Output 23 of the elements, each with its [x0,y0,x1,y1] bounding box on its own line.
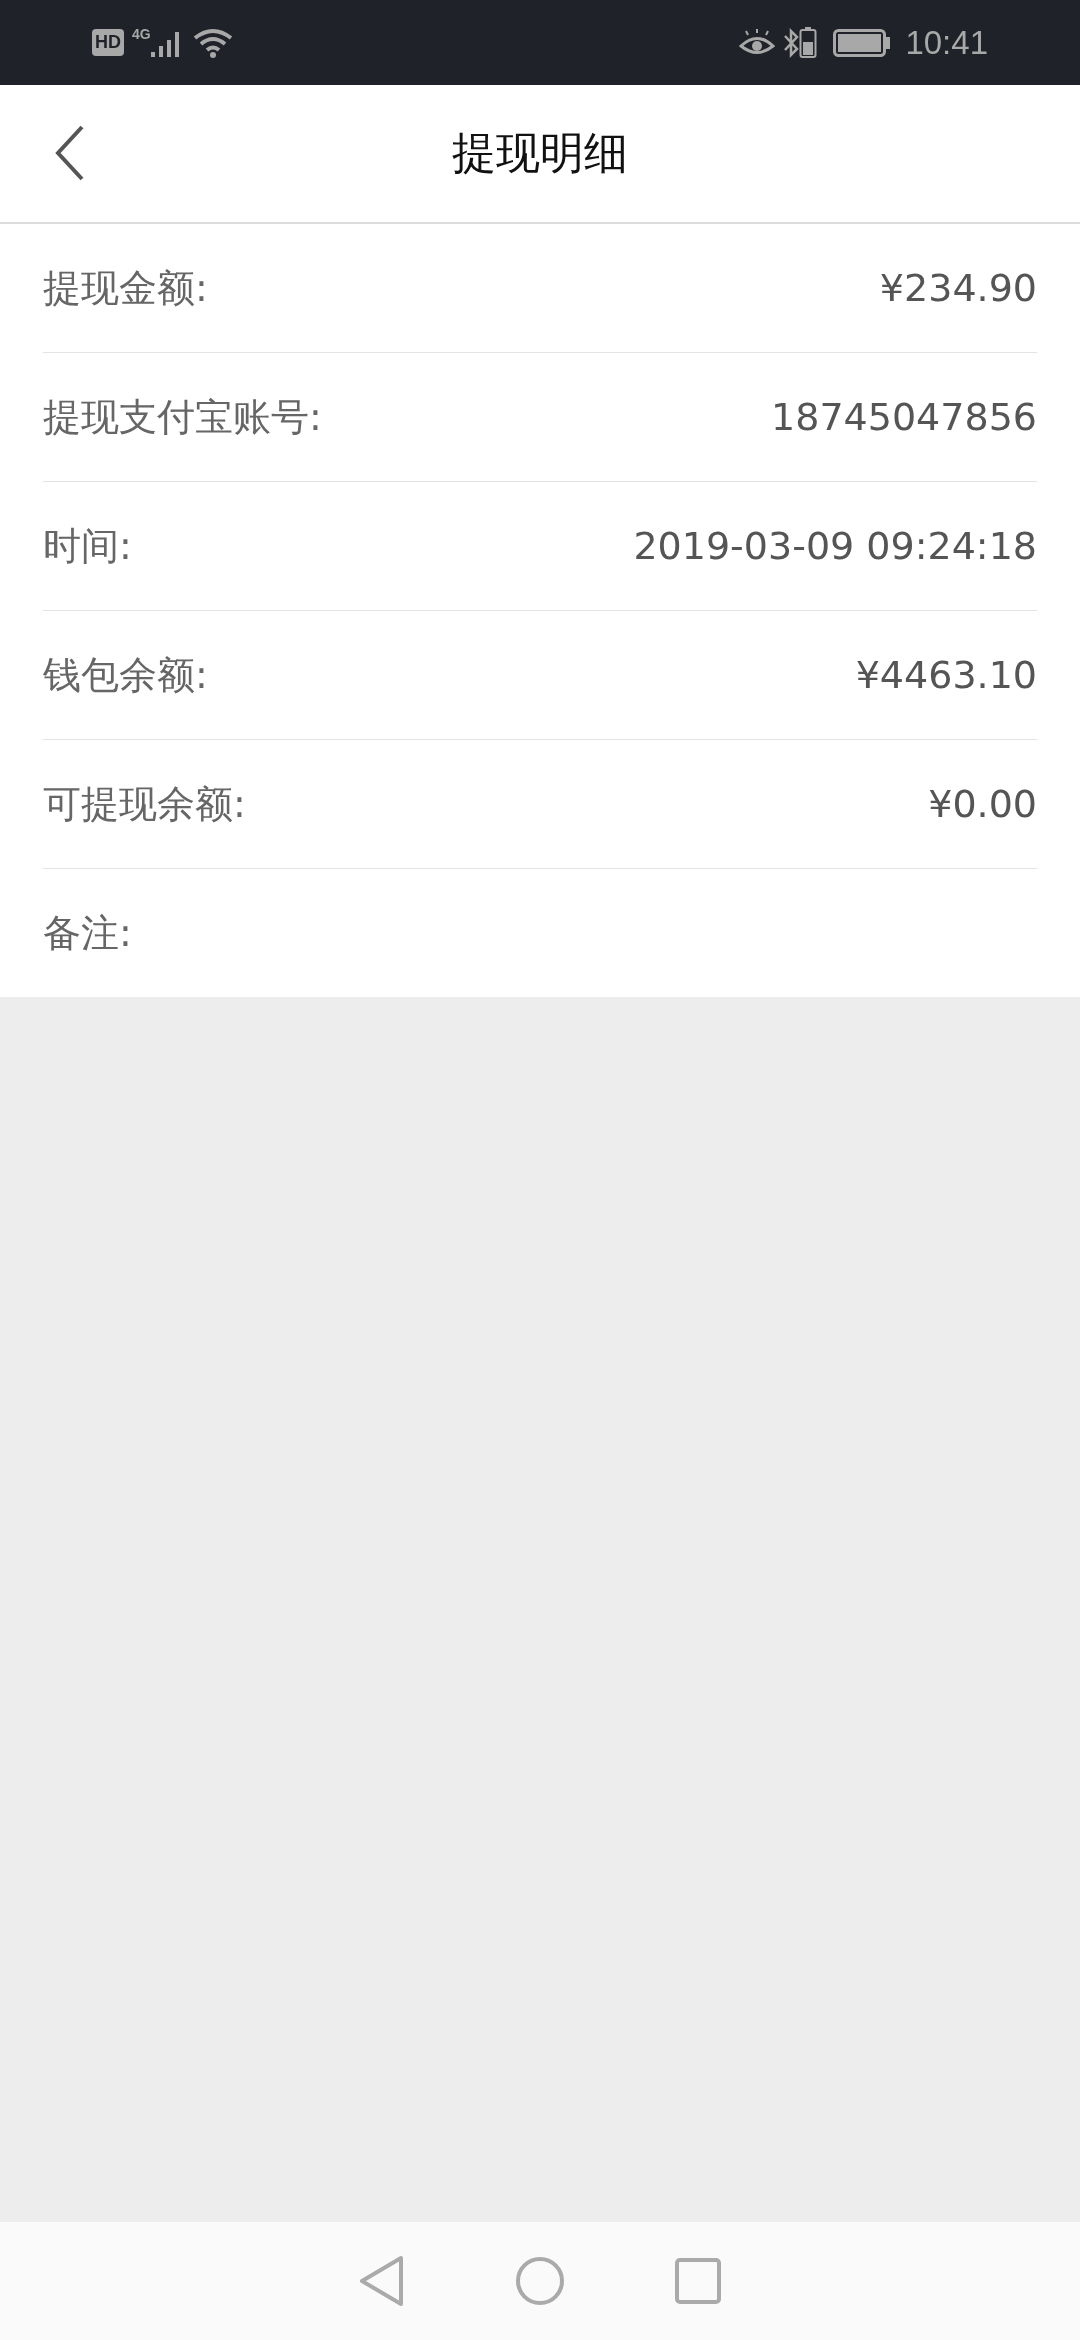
bluetooth-icon [783,27,800,58]
page-title: 提现明细 [452,126,628,180]
clock-time: 10:41 [905,23,988,62]
field-label: 提现支付宝账号: [43,393,322,441]
field-value: ¥234.90 [879,266,1037,310]
field-value: 2019-03-09 09:24:18 [633,524,1037,568]
recents-nav-button[interactable] [675,2258,721,2304]
field-label: 提现金额: [43,264,208,312]
field-label: 时间: [43,522,132,570]
battery-icon [833,28,892,57]
field-label: 可提现余额: [43,780,246,828]
network-type: 4G [132,26,151,42]
home-nav-button[interactable] [515,2256,565,2306]
eye-icon [739,28,776,57]
field-label: 备注: [43,909,132,957]
field-value: ¥0.00 [928,782,1037,826]
field-value: 18745047856 [771,395,1037,439]
field-label: 钱包余额: [43,651,208,699]
field-value: ¥4463.10 [855,653,1037,697]
battery-small-icon [799,26,818,59]
back-nav-button[interactable] [359,2255,405,2307]
hd-badge: HD [92,29,124,56]
wifi-icon [192,27,233,58]
